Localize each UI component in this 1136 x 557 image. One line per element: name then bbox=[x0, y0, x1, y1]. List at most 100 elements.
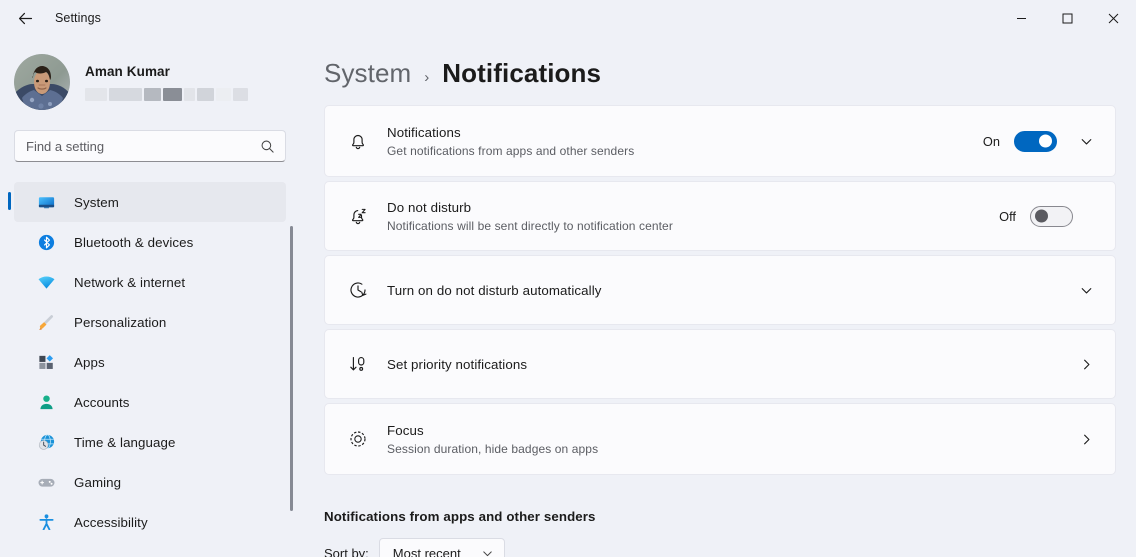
card-title: Turn on do not disturb automatically bbox=[387, 282, 602, 298]
avatar bbox=[14, 54, 70, 110]
settings-cards: Notifications Get notifications from app… bbox=[324, 105, 1116, 475]
card-controls: On bbox=[983, 126, 1101, 156]
sort-by-dropdown[interactable]: Most recent bbox=[378, 538, 505, 557]
monitor-icon bbox=[36, 192, 56, 212]
dnd-toggle[interactable] bbox=[1030, 205, 1073, 227]
close-button[interactable] bbox=[1090, 0, 1136, 36]
card-focus[interactable]: Focus Session duration, hide badges on a… bbox=[324, 403, 1116, 475]
globe-clock-icon bbox=[36, 432, 56, 452]
card-text: Notifications Get notifications from app… bbox=[387, 125, 983, 158]
sidebar-item-label: Accessibility bbox=[74, 514, 148, 530]
wifi-icon bbox=[36, 272, 56, 292]
bell-sleep-icon bbox=[341, 205, 375, 227]
maximize-icon bbox=[1062, 13, 1072, 23]
sidebar-item-accounts[interactable]: Accounts bbox=[14, 382, 286, 422]
paintbrush-icon bbox=[36, 312, 56, 332]
title-bar: Settings bbox=[0, 0, 1136, 36]
search-wrapper bbox=[0, 110, 300, 162]
breadcrumb-separator: › bbox=[424, 69, 430, 86]
apps-section-heading: Notifications from apps and other sender… bbox=[324, 509, 596, 524]
sort-row: Sort by: Most recent bbox=[324, 538, 1136, 557]
sidebar-item-accessibility[interactable]: Accessibility bbox=[14, 502, 286, 530]
card-title: Set priority notifications bbox=[387, 356, 528, 372]
card-text: Do not disturb Notifications will be sen… bbox=[387, 200, 999, 233]
accessibility-icon bbox=[36, 512, 56, 530]
card-notifications[interactable]: Notifications Get notifications from app… bbox=[324, 105, 1116, 177]
window-title: Settings bbox=[55, 11, 101, 25]
chevron-down-icon[interactable] bbox=[1071, 275, 1101, 305]
sidebar-item-label: Time & language bbox=[74, 434, 176, 450]
search-icon bbox=[260, 139, 275, 159]
card-subtitle: Notifications will be sent directly to n… bbox=[387, 218, 673, 233]
minimize-button[interactable] bbox=[998, 0, 1044, 36]
chevron-right-icon[interactable] bbox=[1071, 349, 1101, 379]
card-controls bbox=[1071, 424, 1101, 454]
card-text: Set priority notifications bbox=[387, 357, 1071, 372]
sidebar-nav: System Bluetooth & devices Network & int… bbox=[0, 182, 300, 530]
avatar-photo bbox=[14, 54, 70, 110]
main-content: System › Notifications Notifications Get… bbox=[300, 36, 1136, 557]
sidebar-item-bluetooth-devices[interactable]: Bluetooth & devices bbox=[14, 222, 286, 262]
sidebar-item-network-internet[interactable]: Network & internet bbox=[14, 262, 286, 302]
sidebar-item-label: Apps bbox=[74, 354, 105, 370]
user-profile[interactable]: Aman Kumar bbox=[0, 36, 300, 110]
back-arrow-icon bbox=[18, 12, 32, 24]
sidebar: Aman Kumar Find a setting System Bluetoo… bbox=[0, 36, 300, 557]
sidebar-item-label: Bluetooth & devices bbox=[74, 234, 194, 250]
minimize-icon bbox=[1016, 17, 1026, 19]
priority-sort-icon bbox=[341, 353, 375, 375]
sidebar-item-label: Accounts bbox=[74, 394, 130, 410]
notifications-toggle-label: On bbox=[982, 133, 1000, 149]
bluetooth-icon bbox=[36, 232, 56, 252]
sidebar-item-label: System bbox=[74, 194, 119, 210]
search-box[interactable] bbox=[14, 130, 286, 162]
dnd-toggle-label: Off bbox=[999, 208, 1016, 224]
sidebar-item-system[interactable]: System bbox=[8, 182, 286, 222]
settings-window: Settings Aman Kumar Find a setting Syste… bbox=[0, 0, 1136, 557]
profile-text: Aman Kumar bbox=[85, 64, 248, 101]
sidebar-item-label: Gaming bbox=[74, 474, 122, 490]
breadcrumb-parent[interactable]: System bbox=[324, 58, 411, 89]
chevron-down-icon bbox=[481, 547, 494, 557]
clock-arrow-icon bbox=[341, 279, 375, 301]
card-text: Focus Session duration, hide badges on a… bbox=[387, 423, 1071, 456]
card-text: Turn on do not disturb automatically bbox=[387, 283, 1071, 298]
maximize-button[interactable] bbox=[1044, 0, 1090, 36]
card-controls bbox=[1071, 275, 1101, 305]
back-button[interactable] bbox=[8, 3, 42, 33]
sidebar-item-personalization[interactable]: Personalization bbox=[14, 302, 286, 342]
page-title: Notifications bbox=[442, 58, 602, 88]
bell-icon bbox=[341, 130, 375, 152]
card-subtitle: Session duration, hide badges on apps bbox=[387, 441, 599, 456]
gamepad-icon bbox=[36, 472, 56, 492]
apps-icon bbox=[36, 352, 56, 372]
profile-name: Aman Kumar bbox=[85, 63, 171, 79]
sidebar-item-label: Personalization bbox=[74, 314, 167, 330]
chevron-right-icon[interactable] bbox=[1071, 424, 1101, 454]
card-controls: Off bbox=[999, 205, 1101, 227]
card-do-not-disturb[interactable]: Do not disturb Notifications will be sen… bbox=[324, 181, 1116, 251]
sidebar-item-label: Network & internet bbox=[74, 274, 186, 290]
window-controls bbox=[998, 0, 1136, 36]
sidebar-item-time-language[interactable]: Time & language bbox=[14, 422, 286, 462]
card-title: Do not disturb bbox=[387, 199, 472, 215]
sort-by-label: Sort by: bbox=[324, 545, 369, 557]
sidebar-item-gaming[interactable]: Gaming bbox=[14, 462, 286, 502]
card-subtitle: Get notifications from apps and other se… bbox=[387, 143, 635, 158]
card-turn-on-dnd-automatically[interactable]: Turn on do not disturb automatically bbox=[324, 255, 1116, 325]
notifications-toggle[interactable] bbox=[1014, 130, 1057, 152]
card-title: Notifications bbox=[387, 124, 461, 140]
sidebar-item-apps[interactable]: Apps bbox=[14, 342, 286, 382]
profile-email-redacted bbox=[85, 87, 248, 101]
card-set-priority-notifications[interactable]: Set priority notifications bbox=[324, 329, 1116, 399]
card-title: Focus bbox=[387, 422, 424, 438]
focus-moon-icon bbox=[341, 428, 375, 450]
search-input[interactable] bbox=[15, 131, 285, 161]
sidebar-scrollbar[interactable] bbox=[290, 226, 293, 511]
close-icon bbox=[1108, 13, 1118, 23]
breadcrumb: System › Notifications bbox=[300, 36, 1136, 89]
card-controls bbox=[1071, 349, 1101, 379]
person-icon bbox=[36, 392, 56, 412]
sort-by-value: Most recent bbox=[392, 545, 461, 557]
chevron-down-icon[interactable] bbox=[1071, 126, 1101, 156]
